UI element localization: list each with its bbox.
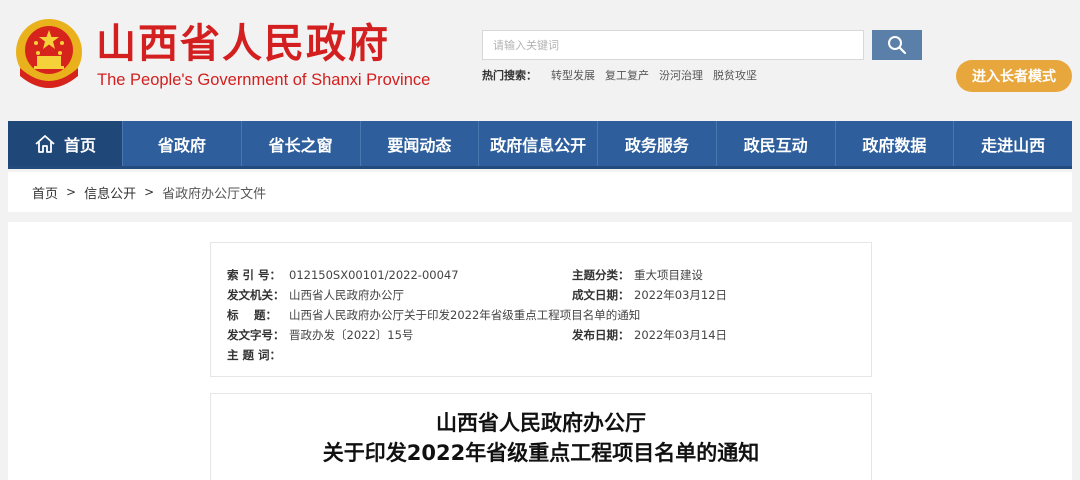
meta-label: 发文机关：	[227, 288, 285, 302]
site-title[interactable]: 山西省人民政府	[96, 20, 390, 68]
breadcrumb-link[interactable]: 信息公开	[84, 183, 136, 202]
main-nav: 首页 省政府 省长之窗 要闻动态 政府信息公开 政务服务 政民互动 政府数据 走…	[8, 121, 1072, 169]
breadcrumb-current: 省政府办公厅文件	[162, 186, 267, 202]
document-title-box: 山西省人民政府办公厅 关于印发2022年省级重点工程项目名单的通知	[210, 393, 872, 480]
meta-value: 重大项目建设	[634, 268, 703, 282]
national-emblem-icon	[16, 19, 82, 88]
meta-label: 成文日期：	[572, 288, 630, 302]
nav-home-label: 首页	[63, 135, 96, 155]
breadcrumb: 首页 > 信息公开 > 省政府办公厅文件	[8, 172, 1072, 212]
meta-value: 山西省人民政府办公厅关于印发2022年省级重点工程项目名单的通知	[289, 308, 641, 322]
site-header: 山西省人民政府 The People's Government of Shanx…	[0, 0, 1080, 120]
hot-link[interactable]: 复工复产	[605, 68, 649, 84]
search-input[interactable]	[482, 30, 864, 60]
meta-docno: 发文字号： 晋政办发〔2022〕15号	[227, 327, 413, 343]
meta-created: 成文日期： 2022年03月12日	[572, 287, 727, 303]
nav-item[interactable]: 政民互动	[715, 121, 835, 166]
search-button[interactable]	[872, 30, 922, 60]
meta-title: 标 题： 山西省人民政府办公厅关于印发2022年省级重点工程项目名单的通知	[227, 307, 640, 323]
hot-search-label: 热门搜索：	[482, 69, 537, 82]
nav-item[interactable]: 政府数据	[834, 121, 954, 166]
meta-value: 012150SX00101/2022-00047	[289, 268, 459, 282]
meta-label: 索 引 号：	[227, 268, 282, 282]
meta-keywords: 主 题 词：	[227, 347, 289, 363]
document-title-line2: 关于印发2022年省级重点工程项目名单的通知	[322, 441, 760, 465]
meta-category: 主题分类： 重大项目建设	[572, 267, 703, 283]
nav-item[interactable]: 政府信息公开	[478, 121, 597, 166]
elder-mode-button[interactable]: 进入长者模式	[956, 60, 1072, 92]
document-metadata: 索 引 号： 012150SX00101/2022-00047 主题分类： 重大项目…	[210, 242, 872, 377]
nav-item[interactable]: 要闻动态	[359, 121, 479, 166]
meta-label: 发文字号：	[227, 328, 285, 342]
breadcrumb-separator: >	[144, 185, 155, 199]
search-icon	[888, 36, 907, 55]
site-subtitle: The People's Government of Shanxi Provin…	[97, 71, 431, 89]
meta-value: 2022年03月12日	[634, 288, 728, 302]
breadcrumb-separator: >	[66, 185, 77, 199]
hot-link[interactable]: 脱贫攻坚	[713, 68, 757, 84]
nav-item[interactable]: 省政府	[122, 121, 241, 166]
breadcrumb-link[interactable]: 首页	[32, 183, 58, 202]
hot-link[interactable]: 汾河治理	[659, 68, 703, 84]
home-icon	[34, 134, 56, 154]
nav-item[interactable]: 省长之窗	[240, 121, 360, 166]
meta-index: 索 引 号： 012150SX00101/2022-00047	[227, 267, 459, 283]
meta-published: 发布日期： 2022年03月14日	[572, 327, 727, 343]
meta-label: 主题分类：	[572, 268, 630, 282]
meta-value: 2022年03月14日	[634, 328, 728, 342]
meta-label: 发布日期：	[572, 328, 630, 342]
hot-link[interactable]: 转型发展	[551, 68, 595, 84]
nav-item[interactable]: 政务服务	[597, 121, 716, 166]
hot-search: 热门搜索： 转型发展 复工复产 汾河治理 脱贫攻坚	[482, 68, 767, 84]
document-title-line1: 山西省人民政府办公厅	[436, 411, 646, 435]
meta-issuer: 发文机关： 山西省人民政府办公厅	[227, 287, 404, 303]
meta-value: 晋政办发〔2022〕15号	[289, 328, 414, 342]
nav-item[interactable]: 走进山西	[953, 121, 1072, 166]
meta-value: 山西省人民政府办公厅	[289, 288, 404, 302]
meta-label: 主 题 词：	[227, 348, 282, 362]
meta-label: 标 题：	[227, 308, 278, 322]
nav-home[interactable]: 首页	[8, 121, 122, 166]
